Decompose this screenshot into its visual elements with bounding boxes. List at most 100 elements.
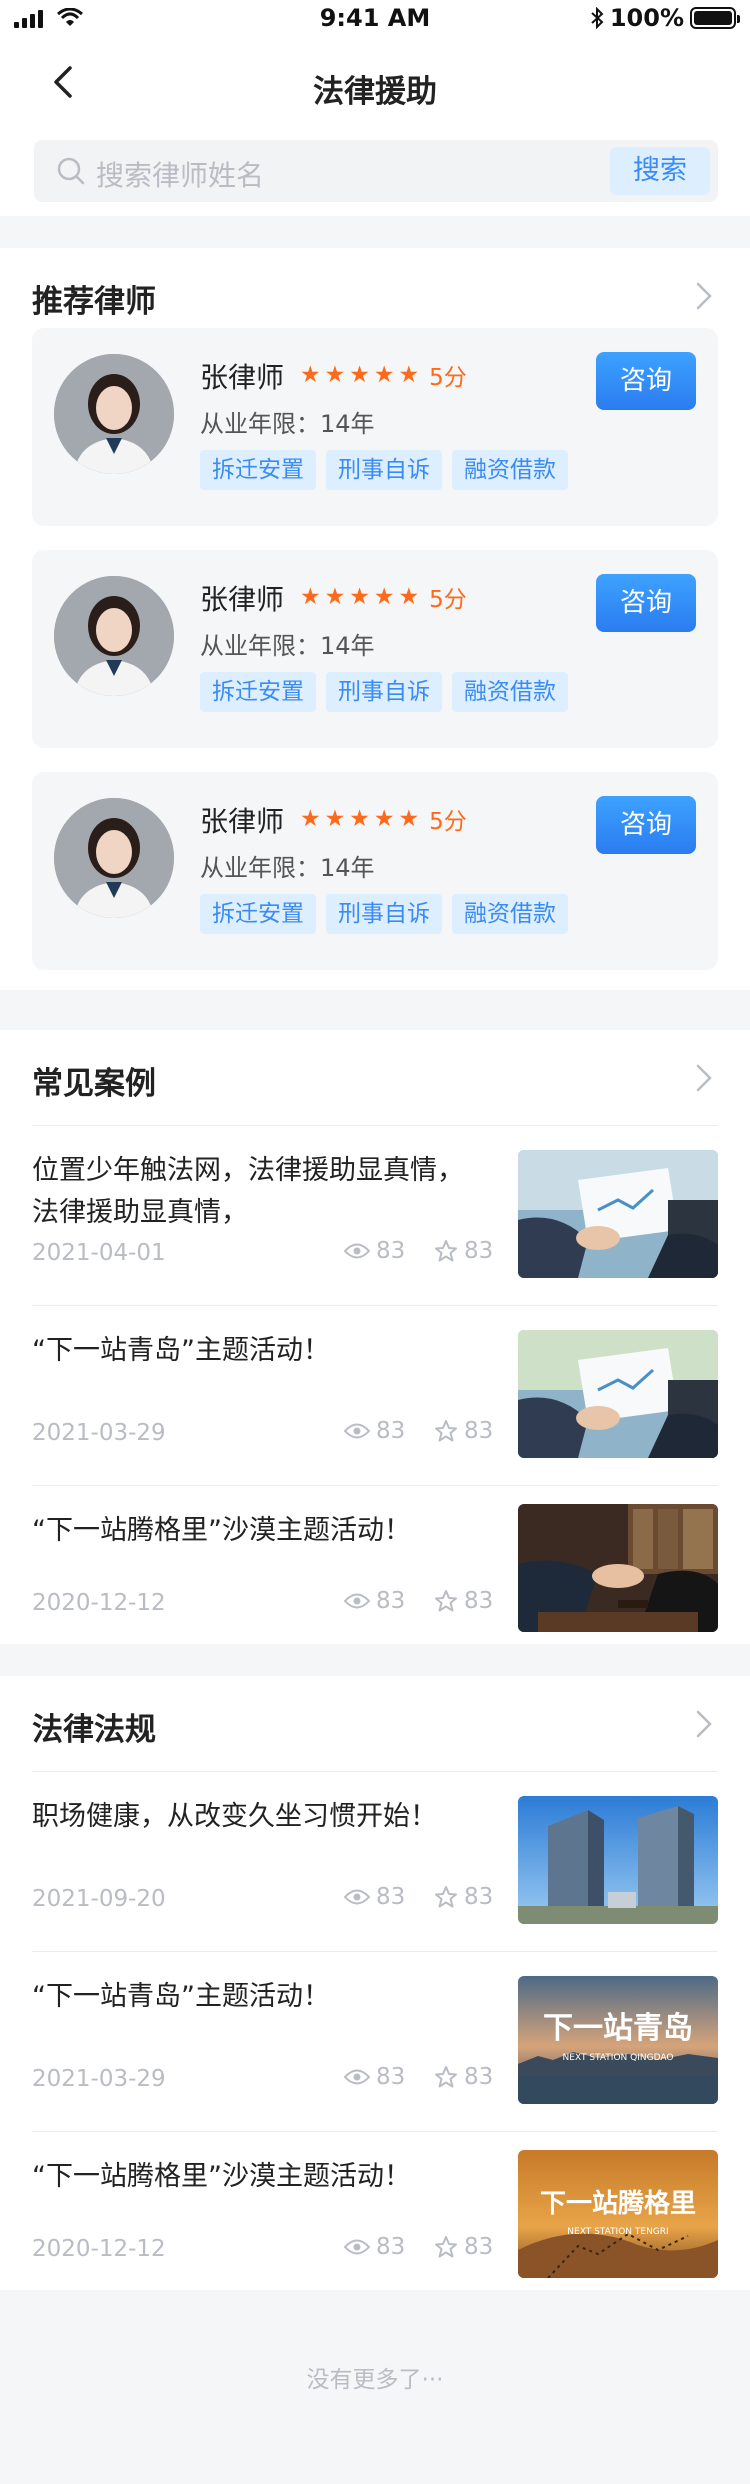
eye-icon: [344, 2069, 370, 2085]
favorite-count: 83: [434, 2064, 493, 2090]
practice-tag[interactable]: 融资借款: [452, 450, 568, 490]
search-button[interactable]: 搜索: [610, 147, 710, 195]
chevron-right-icon: [696, 282, 712, 310]
practice-tag[interactable]: 融资借款: [452, 672, 568, 712]
section-title: 推荐律师: [32, 284, 156, 320]
thumbnail-title: 下一站青岛: [543, 2011, 693, 2046]
stars-value: 83: [464, 1588, 494, 1614]
consult-button[interactable]: 咨询: [596, 796, 696, 854]
law-thumbnail: 下一站腾格里 NEXT STATION TENGRI: [518, 2150, 718, 2278]
views-value: 83: [376, 2064, 406, 2090]
rating-score: 5分: [429, 809, 467, 835]
laws-section: 法律法规 职场健康，从改变久坐习惯开始！ 2021-09-20 83 83 “下…: [0, 1676, 750, 2290]
practice-tag[interactable]: 刑事自诉: [326, 450, 442, 490]
view-count: 83: [344, 1884, 405, 1910]
star-icon: ★: [373, 806, 395, 832]
case-date: 2021-04-01: [32, 1240, 166, 1266]
case-date: 2020-12-12: [32, 1590, 166, 1616]
views-value: 83: [376, 1238, 406, 1264]
years-label: 从业年限：: [200, 410, 320, 438]
lawyer-card[interactable]: 张律师 ★ ★ ★ ★ ★ 5分 从业年限：14年 拆迁安置 刑事自诉 融资借款 咨询: [32, 550, 718, 748]
search-area: 搜索律师姓名 搜索: [0, 126, 750, 216]
years-value: 14年: [320, 854, 375, 882]
consult-button[interactable]: 咨询: [596, 352, 696, 410]
cases-section: 常见案例 位置少年触法网，法律援助显真情，法律援助显真情， 2021-04-01…: [0, 1030, 750, 1644]
law-item[interactable]: “下一站青岛”主题活动！ 2021-03-29 83 83 下一站青岛 NEXT…: [32, 1952, 718, 2132]
law-date: 2021-03-29: [32, 2066, 166, 2092]
thumbnail-subtitle: NEXT STATION TENGRI: [567, 2227, 668, 2237]
search-icon: [57, 157, 85, 185]
lawyer-avatar: [54, 354, 174, 474]
rating-stars: ★ ★ ★ ★ ★ 5分: [300, 358, 467, 392]
lawyer-card[interactable]: 张律师 ★ ★ ★ ★ ★ 5分 从业年限：14年 拆迁安置 刑事自诉 融资借款 咨询: [32, 328, 718, 526]
star-icon: ★: [398, 362, 420, 388]
lawyer-tags: 拆迁安置 刑事自诉 融资借款: [200, 672, 568, 712]
view-count: 83: [344, 1588, 405, 1614]
star-icon: ★: [349, 362, 370, 388]
years-label: 从业年限：: [200, 632, 320, 660]
thumbnail-title: 下一站腾格里: [540, 2188, 696, 2219]
law-item[interactable]: “下一站腾格里”沙漠主题活动！ 2020-12-12 83 83 下一站腾格里 …: [32, 2132, 718, 2312]
law-item[interactable]: 职场健康，从改变久坐习惯开始！ 2021-09-20 83 83: [32, 1772, 718, 1952]
years-label: 从业年限：: [200, 854, 320, 882]
practice-tag[interactable]: 拆迁安置: [200, 672, 316, 712]
lawyer-avatar: [54, 798, 174, 918]
favorite-count: 83: [434, 1238, 493, 1264]
laws-section-header[interactable]: 法律法规: [32, 1676, 718, 1772]
lawyer-tags: 拆迁安置 刑事自诉 融资借款: [200, 450, 568, 490]
case-thumbnail: [518, 1504, 718, 1632]
lawyer-tags: 拆迁安置 刑事自诉 融资借款: [200, 894, 568, 934]
practice-tag[interactable]: 拆迁安置: [200, 894, 316, 934]
view-count: 83: [344, 1238, 405, 1264]
favorite-count: 83: [434, 1588, 493, 1614]
star-outline-icon: [435, 1886, 457, 1908]
practice-tag[interactable]: 拆迁安置: [200, 450, 316, 490]
stars-value: 83: [464, 1418, 494, 1444]
law-thumbnail: 下一站青岛 NEXT STATION QINGDAO: [518, 1976, 718, 2104]
status-bar: 9:41 AM 100%: [0, 0, 750, 40]
nav-bar: 法律援助: [0, 40, 750, 126]
stars-value: 83: [464, 2234, 494, 2260]
favorite-count: 83: [434, 2234, 493, 2260]
case-item[interactable]: “下一站腾格里”沙漠主题活动！ 2020-12-12 83 83: [32, 1486, 718, 1666]
lawyers-section: 推荐律师 张律师 ★ ★ ★ ★ ★ 5分 从业年限：14年 拆迁安置 刑事自诉 融资借…: [0, 248, 750, 990]
law-title: “下一站腾格里”沙漠主题活动！: [32, 2161, 411, 2192]
star-icon: ★: [373, 362, 395, 388]
favorite-count: 83: [434, 1418, 493, 1444]
view-count: 83: [344, 1418, 405, 1444]
battery-percent: 100%: [609, 4, 684, 32]
cases-section-header[interactable]: 常见案例: [32, 1030, 718, 1126]
years-value: 14年: [320, 632, 375, 660]
star-outline-icon: [435, 1590, 457, 1612]
star-icon: ★: [300, 584, 321, 610]
rating-score: 5分: [429, 365, 467, 391]
law-title: “下一站青岛”主题活动！: [32, 1981, 330, 2012]
star-outline-icon: [435, 2066, 457, 2088]
law-date: 2021-09-20: [32, 1886, 166, 1912]
bluetooth-icon: [591, 7, 604, 29]
case-title: “下一站腾格里”沙漠主题活动！: [32, 1515, 411, 1546]
case-item[interactable]: “下一站青岛”主题活动！ 2021-03-29 83 83: [32, 1306, 718, 1486]
practice-tag[interactable]: 刑事自诉: [326, 894, 442, 934]
star-icon: ★: [349, 806, 370, 832]
star-outline-icon: [435, 1240, 457, 1262]
star-icon: ★: [324, 806, 346, 832]
stars-value: 83: [464, 2064, 494, 2090]
lawyer-card[interactable]: 张律师 ★ ★ ★ ★ ★ 5分 从业年限：14年 拆迁安置 刑事自诉 融资借款 咨询: [32, 772, 718, 970]
rating-score: 5分: [429, 587, 467, 613]
law-title: 职场健康，从改变久坐习惯开始！: [32, 1801, 437, 1832]
eye-icon: [344, 1423, 370, 1439]
star-icon: ★: [300, 806, 321, 832]
star-icon: ★: [324, 362, 346, 388]
practice-tag[interactable]: 刑事自诉: [326, 672, 442, 712]
stars-value: 83: [464, 1884, 494, 1910]
thumbnail-subtitle: NEXT STATION QINGDAO: [563, 2053, 674, 2063]
views-value: 83: [376, 1884, 406, 1910]
search-input[interactable]: 搜索律师姓名 搜索: [34, 140, 718, 202]
section-title: 法律法规: [32, 1712, 156, 1748]
eye-icon: [344, 1243, 370, 1259]
case-item[interactable]: 位置少年触法网，法律援助显真情，法律援助显真情， 2021-04-01 83 8…: [32, 1126, 718, 1306]
star-icon: ★: [398, 806, 420, 832]
practice-tag[interactable]: 融资借款: [452, 894, 568, 934]
consult-button[interactable]: 咨询: [596, 574, 696, 632]
